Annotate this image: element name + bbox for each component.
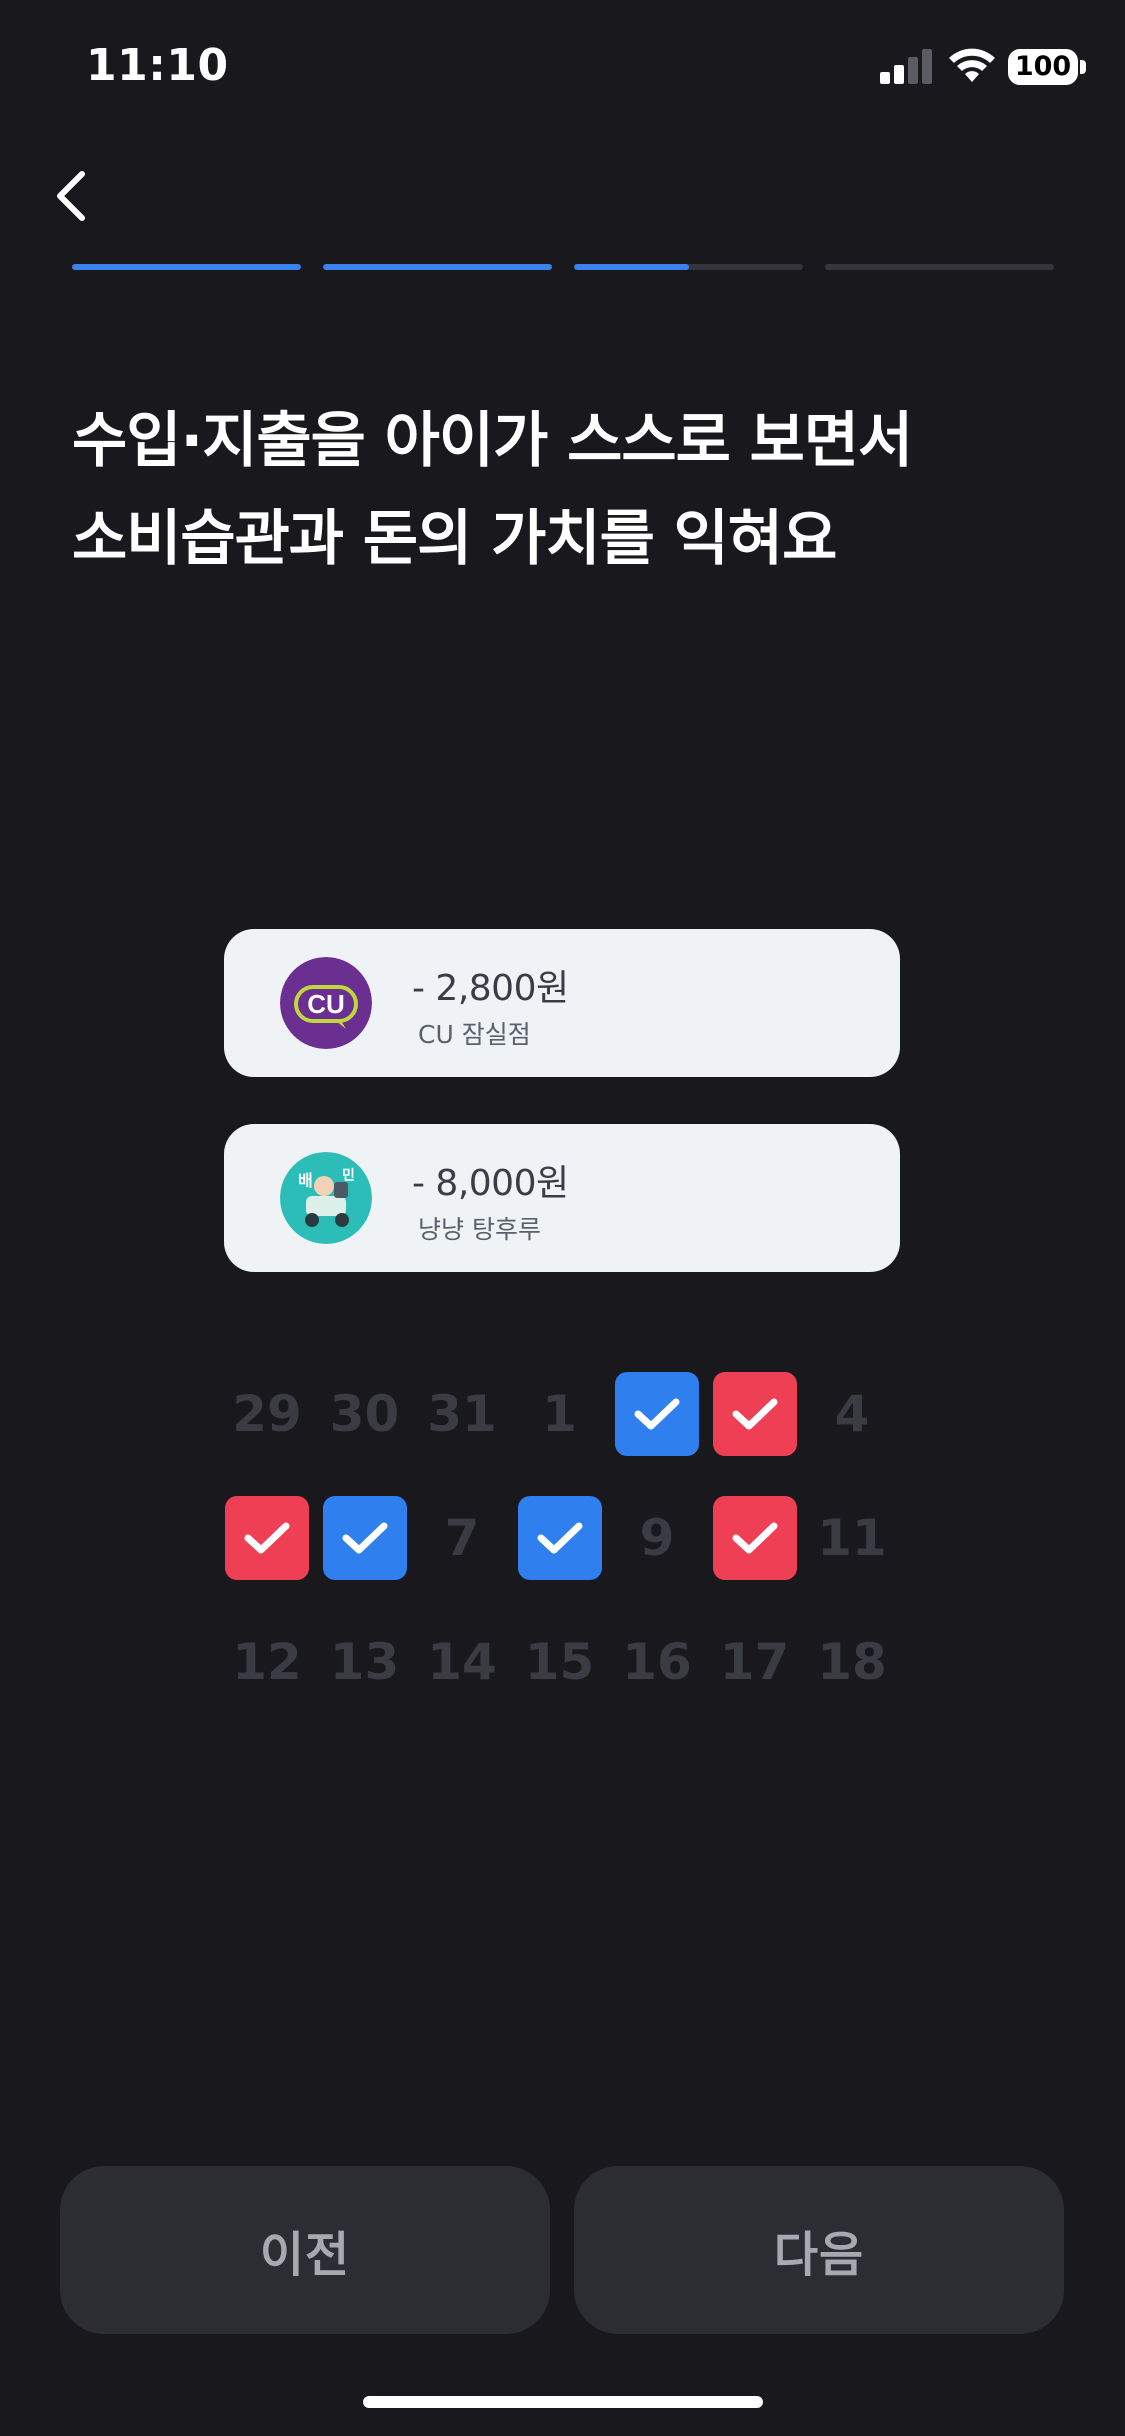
- calendar-day-checked-blue: [516, 1494, 604, 1582]
- calendar-day: 13: [329, 1633, 400, 1691]
- home-indicator: [363, 2396, 763, 2408]
- calendar-day: 16: [622, 1633, 692, 1691]
- checkmark-icon: [712, 1372, 797, 1456]
- calendar-day-checked-red: [711, 1370, 799, 1458]
- calendar-day: 7: [444, 1509, 480, 1567]
- svg-text:배: 배: [298, 1171, 313, 1190]
- calendar-day: 31: [427, 1385, 497, 1443]
- cellular-signal-icon: [880, 49, 932, 84]
- calendar-day: 29: [232, 1385, 302, 1443]
- calendar-day: 11: [817, 1509, 887, 1567]
- calendar-day: 18: [817, 1633, 887, 1691]
- checkmark-icon: [322, 1496, 407, 1580]
- calendar-day: 9: [639, 1509, 675, 1567]
- battery-cap: [1080, 60, 1086, 74]
- calendar-day-checked-red: [711, 1494, 799, 1582]
- calendar-day: 1: [542, 1385, 577, 1443]
- status-time: 11:10: [86, 40, 229, 91]
- chevron-left-icon: [57, 171, 85, 221]
- svg-text:민: 민: [342, 1167, 355, 1184]
- progress-segment-1: [72, 264, 301, 270]
- calendar-day-checked-blue: [613, 1370, 701, 1458]
- progress-fill: [72, 264, 301, 270]
- next-button[interactable]: 다음: [574, 2166, 1064, 2334]
- calendar-day: 30: [329, 1385, 400, 1443]
- previous-button[interactable]: 이전: [60, 2166, 550, 2334]
- progress-fill: [323, 264, 552, 270]
- transaction-merchant: 냥냥 탕후루: [418, 1215, 541, 1244]
- transaction-amount: - 2,800원: [412, 968, 569, 1009]
- svg-text:CU: CU: [307, 989, 345, 1019]
- title-line-2: 소비습관과 돈의 가치를 익혀요: [72, 504, 837, 574]
- progress-segment-4: [825, 264, 1054, 270]
- progress-fill: [574, 264, 689, 270]
- calendar-day: 15: [524, 1633, 595, 1691]
- title-line-1: 수입·지출을 아이가 스스로 보면서: [72, 406, 913, 476]
- checkmark-icon: [225, 1496, 309, 1580]
- transaction-amount: - 8,000원: [412, 1163, 569, 1204]
- calendar-day: 4: [834, 1385, 870, 1443]
- transaction-card: 배 민 - 8,000원 냥냥 탕후루: [224, 1124, 900, 1272]
- transaction-merchant: CU 잠실점: [418, 1020, 531, 1049]
- transaction-card: CU - 2,800원 CU 잠실점: [224, 929, 900, 1077]
- progress-segment-3: [574, 264, 803, 270]
- calendar-day: 17: [719, 1633, 790, 1691]
- battery-indicator: 100: [1008, 49, 1078, 85]
- calendar-day-checked-red: [223, 1494, 311, 1582]
- calendar-day-checked-blue: [321, 1494, 409, 1582]
- calendar-day: 12: [232, 1633, 302, 1691]
- checkmark-icon: [712, 1496, 797, 1580]
- progress-segment-2: [323, 264, 552, 270]
- checkmark-icon: [615, 1372, 699, 1456]
- page-title: 수입·지출을 아이가 스스로 보면서 소비습관과 돈의 가치를 익혀요: [72, 392, 1072, 588]
- baemin-logo: 배 민: [280, 1152, 372, 1244]
- cu-logo: CU: [280, 957, 372, 1049]
- calendar-day: 14: [427, 1633, 497, 1691]
- step-progress: [72, 264, 1054, 270]
- back-button[interactable]: [44, 160, 104, 232]
- wifi-icon: [949, 48, 995, 82]
- checkmark-icon: [517, 1496, 602, 1580]
